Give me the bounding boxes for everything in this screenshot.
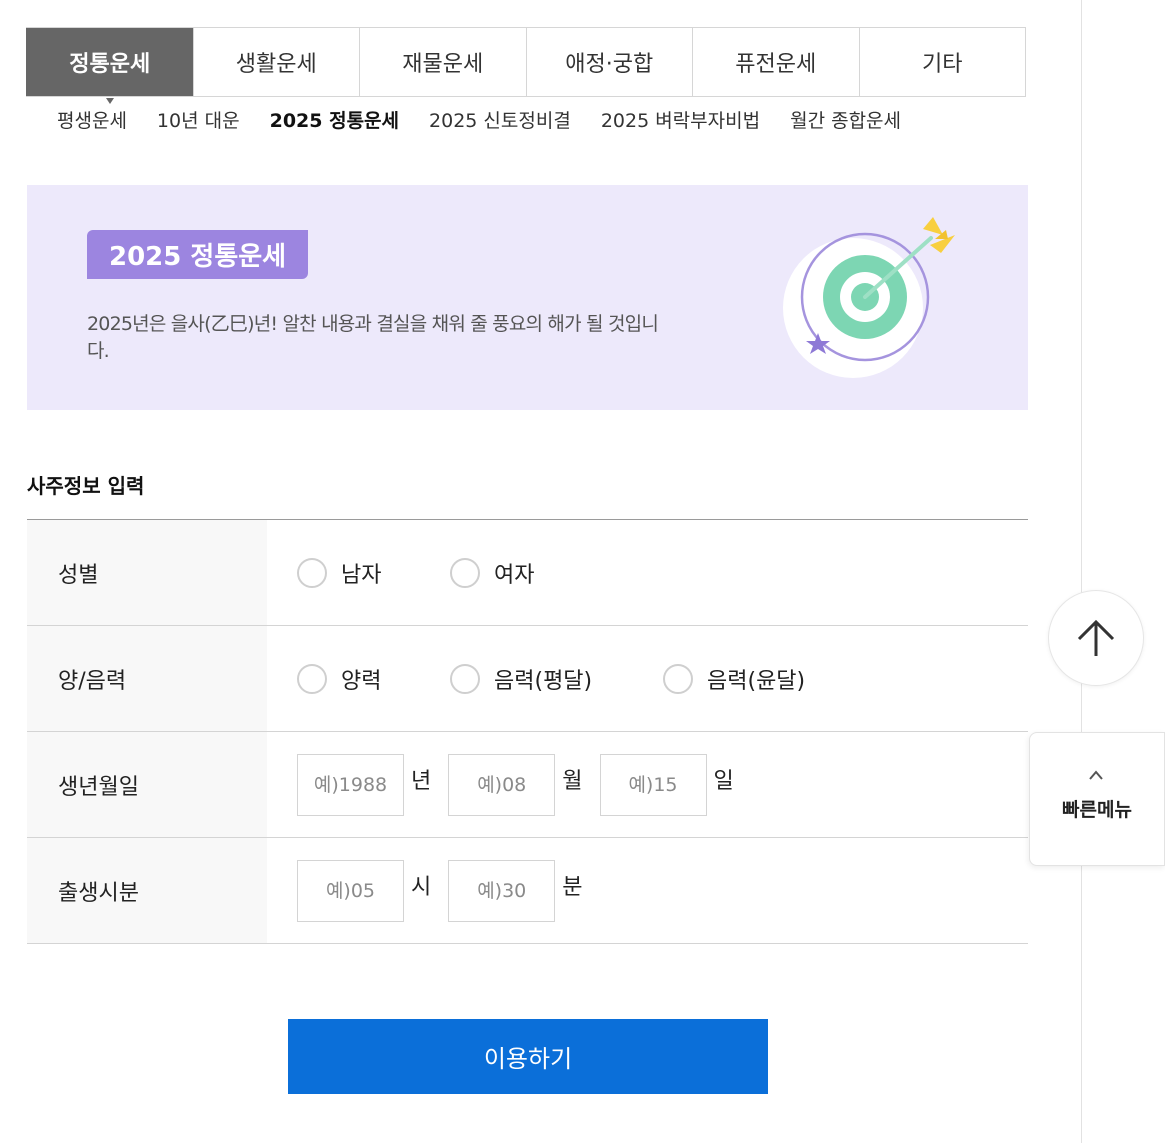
calendar-label: 양/음력 (27, 626, 267, 731)
birth-day-input[interactable] (599, 753, 707, 816)
subtab-lifetime-fortune[interactable]: 평생운세 (57, 106, 127, 134)
year-unit: 년 (411, 768, 432, 794)
tab-life-fortune[interactable]: 생활운세 (192, 28, 359, 96)
tab-love-compatibility[interactable]: 애정·궁합 (525, 28, 692, 96)
calendar-lunar-normal-radio[interactable]: 음력(평달) (450, 663, 663, 695)
birth-month-input[interactable] (448, 753, 556, 816)
gender-row: 성별 남자 여자 (27, 520, 1028, 626)
scroll-top-button[interactable] (1048, 590, 1144, 686)
birth-year-input[interactable] (297, 753, 404, 816)
intro-banner: 2025 정통운세 2025년은 을사(乙巳)년! 알찬 내용과 결실을 채워 … (27, 185, 1028, 410)
birth-time-fields: 시 분 (267, 838, 1028, 943)
tab-etc[interactable]: 기타 (858, 28, 1025, 96)
minute-unit: 분 (562, 874, 583, 900)
calendar-lunar-leap-radio[interactable]: 음력(윤달) (663, 663, 805, 695)
tab-traditional-fortune[interactable]: 정통운세 (26, 28, 193, 104)
arrow-up-icon (1077, 619, 1115, 656)
calendar-options: 양력 음력(평달) 음력(윤달) (267, 626, 1028, 731)
birth-time-row: 출생시분 시 분 (27, 838, 1028, 944)
sub-category-tabs: 평생운세 10년 대운 2025 정통운세 2025 신토정비결 2025 벼락… (57, 106, 901, 134)
birth-hour-input[interactable] (297, 859, 404, 922)
target-arrow-icon (783, 217, 955, 378)
birth-minute-input[interactable] (448, 859, 556, 922)
subtab-2025-traditional[interactable]: 2025 정통운세 (270, 106, 399, 134)
subtab-monthly-fortune[interactable]: 월간 종합운세 (790, 106, 901, 134)
gender-male-radio[interactable]: 남자 (297, 557, 450, 589)
hour-unit: 시 (411, 874, 432, 900)
quick-menu-label: 빠른메뉴 (1062, 799, 1132, 821)
banner-description: 2025년은 을사(乙巳)년! 알찬 내용과 결실을 채워 줄 풍요의 해가 될… (87, 313, 659, 362)
subtab-ten-year-fortune[interactable]: 10년 대운 (157, 106, 240, 134)
tab-wealth-fortune[interactable]: 재물운세 (359, 28, 526, 96)
gender-female-label: 여자 (494, 562, 535, 588)
birth-time-label: 출생시분 (27, 838, 267, 943)
calendar-lunar-normal-label: 음력(평달) (494, 668, 593, 694)
radio-circle[interactable] (450, 557, 480, 588)
calendar-row: 양/음력 양력 음력(평달) 음력(윤달) (27, 626, 1028, 732)
saju-info-title: 사주정보 입력 (27, 474, 145, 498)
main-category-tabs: 정통운세 생활운세 재물운세 애정·궁합 퓨전운세 기타 (26, 27, 1026, 104)
chevron-up-icon (1089, 770, 1103, 780)
birth-date-label: 생년월일 (27, 732, 267, 837)
banner-badge: 2025 정통운세 (87, 230, 309, 279)
subtab-2025-tojeong[interactable]: 2025 신토정비결 (429, 106, 571, 134)
saju-info-form: 성별 남자 여자 양/음력 양력 음력(평달) 음력(윤달) 생년월일 예)19… (27, 519, 1028, 944)
calendar-lunar-leap-label: 음력(윤달) (707, 668, 806, 694)
radio-circle[interactable] (450, 663, 480, 694)
month-unit: 월 (562, 768, 583, 794)
calendar-solar-radio[interactable]: 양력 (297, 663, 450, 695)
gender-male-label: 남자 (341, 562, 382, 588)
radio-circle[interactable] (297, 663, 327, 694)
submit-button[interactable]: 이용하기 (288, 1019, 768, 1094)
quick-menu-button[interactable]: 빠른메뉴 (1029, 732, 1165, 866)
tab-fusion-fortune[interactable]: 퓨전운세 (692, 28, 859, 96)
gender-label: 성별 (27, 520, 267, 625)
gender-female-radio[interactable]: 여자 (450, 557, 534, 589)
birth-date-fields: 년 월 일 (267, 732, 1028, 837)
right-divider (1081, 0, 1082, 1143)
calendar-solar-label: 양력 (341, 668, 382, 694)
day-unit: 일 (713, 768, 734, 794)
birth-date-row: 생년월일 년 월 일 (27, 732, 1028, 838)
gender-options: 남자 여자 (267, 520, 1028, 625)
radio-circle[interactable] (297, 557, 327, 588)
radio-circle[interactable] (663, 663, 693, 694)
subtab-2025-sudden-wealth[interactable]: 2025 벼락부자비법 (601, 106, 760, 134)
